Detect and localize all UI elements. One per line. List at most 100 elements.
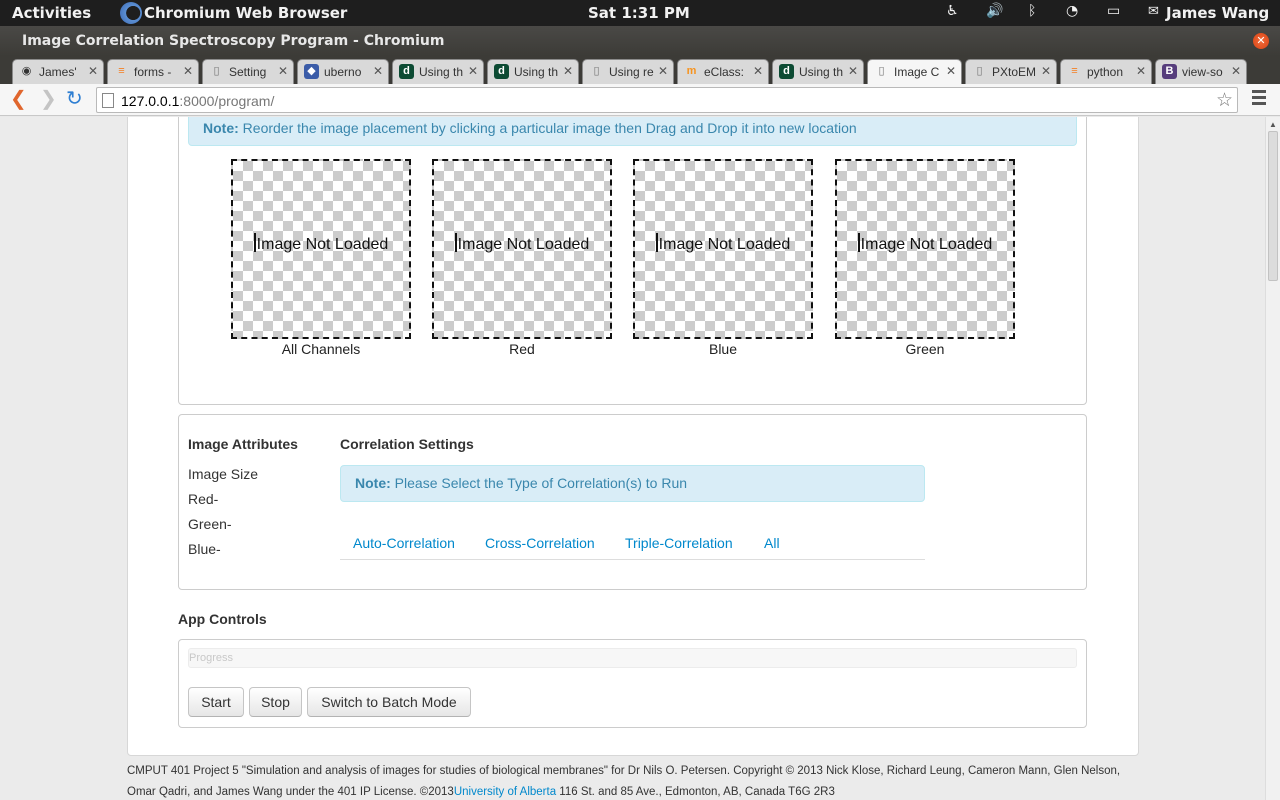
- page-footer: CMPUT 401 Project 5 "Simulation and anal…: [127, 761, 1147, 800]
- tab-all[interactable]: All: [764, 535, 780, 551]
- page-icon: ▯: [593, 65, 600, 77]
- progress-bar: Progress: [188, 648, 1077, 668]
- image-placeholder: Image Not Loaded: [635, 233, 811, 254]
- django-icon: d: [494, 64, 509, 79]
- note-text: Reorder the image placement by clicking …: [238, 120, 857, 136]
- address-bar[interactable]: 127.0.0.1:8000/program/ ☆: [96, 87, 1238, 113]
- browser-tab[interactable]: m eClass: ✕: [677, 59, 769, 84]
- browser-tab-active[interactable]: ▯ Image C ✕: [867, 59, 962, 84]
- bluetooth-icon[interactable]: ᛒ: [1028, 3, 1036, 19]
- tab-cross-correlation[interactable]: Cross-Correlation: [485, 535, 595, 551]
- forward-arrow-icon[interactable]: ❯: [40, 88, 57, 110]
- images-panel: Note: Reorder the image placement by cli…: [178, 117, 1087, 405]
- close-tab-icon[interactable]: ✕: [1231, 64, 1241, 78]
- close-window-icon[interactable]: ✕: [1253, 33, 1269, 49]
- image-attributes-heading: Image Attributes: [188, 436, 298, 452]
- github-icon: ◉: [21, 65, 32, 77]
- image-slot-all-channels[interactable]: Image Not Loaded: [231, 159, 411, 339]
- accessibility-icon[interactable]: ♿: [946, 3, 959, 19]
- tab-auto-correlation[interactable]: Auto-Correlation: [353, 535, 455, 551]
- chat-icon[interactable]: ✉: [1148, 4, 1159, 19]
- tab-triple-correlation[interactable]: Triple-Correlation: [625, 535, 733, 551]
- user-menu[interactable]: James Wang: [1166, 4, 1269, 22]
- image-slot-red[interactable]: Image Not Loaded: [432, 159, 612, 339]
- close-tab-icon[interactable]: ✕: [88, 64, 98, 78]
- page-icon: ▯: [976, 65, 983, 77]
- close-tab-icon[interactable]: ✕: [946, 64, 956, 78]
- switch-batch-mode-button[interactable]: Switch to Batch Mode: [307, 687, 471, 717]
- volume-icon[interactable]: 🔊: [986, 3, 1003, 19]
- moodle-icon: m: [686, 65, 697, 77]
- hamburger-menu-icon[interactable]: [1252, 90, 1266, 108]
- attribute-blue: Blue-: [188, 541, 221, 557]
- footer-address: 116 St. and 85 Ave., Edmonton, AB, Canad…: [556, 786, 835, 798]
- browser-tab[interactable]: ▯ Using re ✕: [582, 59, 674, 84]
- note-text: Please Select the Type of Correlation(s)…: [390, 475, 688, 491]
- image-caption: Blue: [708, 341, 738, 357]
- browser-tab[interactable]: ▯ PXtoEM ✕: [965, 59, 1057, 84]
- battery-icon[interactable]: ▭: [1107, 3, 1120, 19]
- window-title-bar: Image Correlation Spectroscopy Program -…: [0, 26, 1280, 56]
- browser-tab[interactable]: ≡ forms - ✕: [107, 59, 199, 84]
- url-host: 127.0.0.1: [121, 93, 180, 109]
- bootstrap-icon: B: [1162, 64, 1177, 79]
- tab-label: eClass:: [704, 65, 745, 79]
- close-tab-icon[interactable]: ✕: [278, 64, 288, 78]
- bookmark-star-icon[interactable]: ☆: [1216, 89, 1233, 112]
- browser-tab[interactable]: ▯ Setting ✕: [202, 59, 294, 84]
- close-tab-icon[interactable]: ✕: [1136, 64, 1146, 78]
- correlation-tabs: Auto-Correlation Cross-Correlation Tripl…: [340, 535, 925, 560]
- close-tab-icon[interactable]: ✕: [753, 64, 763, 78]
- app-controls-heading: App Controls: [178, 611, 267, 627]
- chromium-app-icon: [120, 2, 142, 24]
- image-caption: Green: [905, 341, 945, 357]
- note-label: Note:: [355, 475, 391, 491]
- wifi-icon[interactable]: ◔: [1066, 3, 1078, 19]
- reorder-note: Note: Reorder the image placement by cli…: [188, 117, 1077, 146]
- close-tab-icon[interactable]: ✕: [183, 64, 193, 78]
- browser-tab[interactable]: d Using th ✕: [487, 59, 579, 84]
- page-scrollbar[interactable]: ▲: [1265, 117, 1280, 800]
- url-path: :8000/program/: [179, 93, 275, 109]
- url-text[interactable]: 127.0.0.1:8000/program/: [121, 93, 274, 109]
- tab-label: Using th: [419, 65, 464, 79]
- tab-label: Using th: [799, 65, 844, 79]
- browser-tab[interactable]: ◆ uberno ✕: [297, 59, 389, 84]
- close-tab-icon[interactable]: ✕: [848, 64, 858, 78]
- page-icon: ▯: [213, 65, 220, 77]
- image-caption: All Channels: [281, 341, 361, 357]
- tab-strip: ◉ James' ✕ ≡ forms - ✕ ▯ Setting ✕ ◆ uberno ✕ dU…: [0, 56, 1280, 84]
- browser-tab[interactable]: d Using th ✕: [772, 59, 864, 84]
- correlation-settings-heading: Correlation Settings: [340, 436, 474, 452]
- close-tab-icon[interactable]: ✕: [658, 64, 668, 78]
- tab-label: James': [39, 65, 77, 79]
- window-title: Image Correlation Spectroscopy Program -…: [22, 33, 445, 49]
- browser-tab[interactable]: ◉ James' ✕: [12, 59, 104, 84]
- note-label: Note:: [203, 120, 239, 136]
- image-slot-green[interactable]: Image Not Loaded: [835, 159, 1015, 339]
- close-tab-icon[interactable]: ✕: [373, 64, 383, 78]
- browser-tab[interactable]: ≡ python ✕: [1060, 59, 1152, 84]
- scrollbar-thumb[interactable]: [1268, 131, 1278, 281]
- clock[interactable]: Sat 1:31 PM: [588, 4, 690, 22]
- app-menu[interactable]: Chromium Web Browser: [144, 4, 347, 22]
- start-button[interactable]: Start: [188, 687, 244, 717]
- page-icon: ▯: [878, 65, 885, 77]
- activities-button[interactable]: Activities: [12, 4, 91, 22]
- browser-tab[interactable]: d Using th ✕: [392, 59, 484, 84]
- image-caption: Red: [509, 341, 535, 357]
- browser-tab[interactable]: Bview-so ✕: [1155, 59, 1247, 84]
- image-placeholder: Image Not Loaded: [434, 233, 610, 254]
- reload-icon[interactable]: ↻: [66, 88, 83, 110]
- image-slot-blue[interactable]: Image Not Loaded: [633, 159, 813, 339]
- scroll-up-icon[interactable]: ▲: [1269, 120, 1277, 129]
- back-arrow-icon[interactable]: ❮: [10, 88, 27, 110]
- stop-button[interactable]: Stop: [249, 687, 302, 717]
- page-info-icon[interactable]: [102, 93, 114, 108]
- university-link[interactable]: University of Alberta: [454, 786, 556, 798]
- close-tab-icon[interactable]: ✕: [468, 64, 478, 78]
- tab-label: Setting: [229, 65, 267, 79]
- close-tab-icon[interactable]: ✕: [563, 64, 573, 78]
- image-placeholder: Image Not Loaded: [837, 233, 1013, 254]
- close-tab-icon[interactable]: ✕: [1041, 64, 1051, 78]
